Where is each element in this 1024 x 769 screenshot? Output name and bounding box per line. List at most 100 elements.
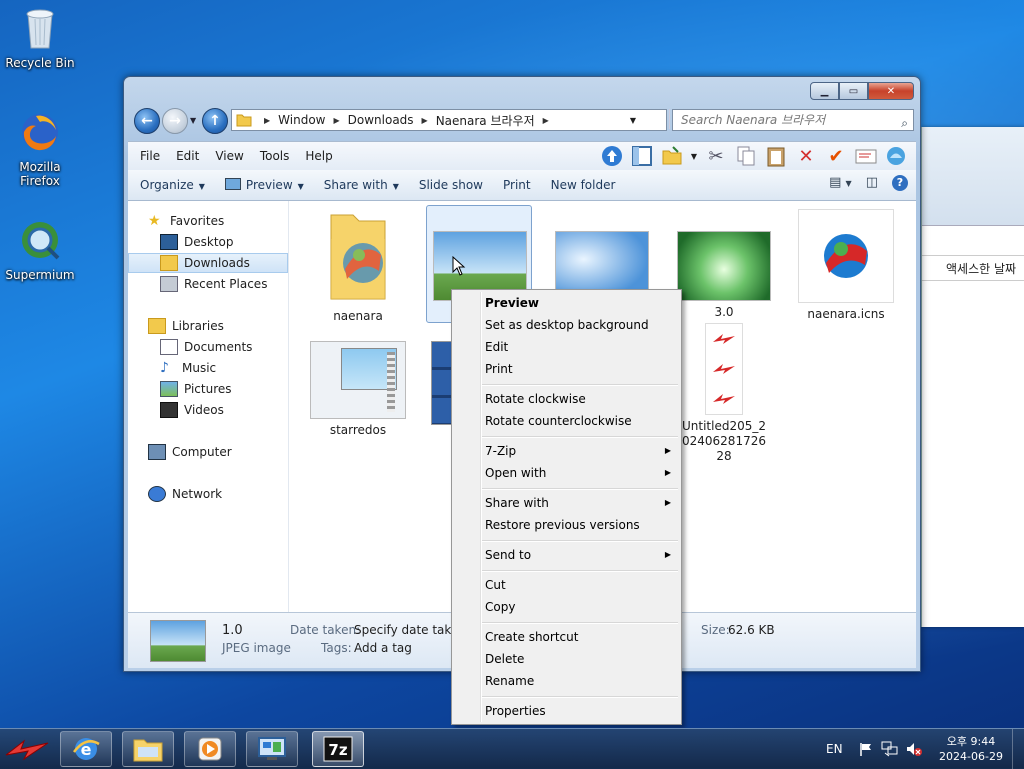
search-icon[interactable]: ⌕	[901, 113, 908, 133]
cut-icon[interactable]: ✂	[702, 143, 730, 169]
organize-button[interactable]: Organize ▼	[130, 178, 215, 192]
nav-libraries[interactable]: Libraries	[128, 316, 308, 336]
folders-pane-icon[interactable]	[628, 143, 656, 169]
file-item[interactable]: naenara.icns	[794, 209, 898, 322]
taskbar-windows-explorer[interactable]	[122, 731, 174, 767]
print-button[interactable]: Print	[493, 178, 541, 192]
minimize-button[interactable]: ▁	[810, 82, 839, 100]
copy-icon[interactable]	[732, 143, 760, 169]
breadcrumb-naenara[interactable]: Naenara 브라우저	[436, 112, 535, 129]
maximize-button[interactable]: ▭	[839, 82, 868, 100]
breadcrumb-downloads[interactable]: Downloads	[348, 113, 414, 127]
action-center-flag-icon[interactable]	[858, 729, 874, 769]
up-folder-icon[interactable]	[598, 143, 626, 169]
ctx-rename[interactable]: Rename	[485, 670, 534, 692]
move-to-folder-icon[interactable]	[658, 143, 686, 169]
address-bar[interactable]: ▶ Window ▶ Downloads ▶ Naenara 브라우저 ▶ ▼	[231, 109, 667, 131]
paste-icon[interactable]	[762, 143, 790, 169]
desktop-icon-recycle-bin[interactable]: Recycle Bin	[0, 6, 80, 70]
forward-button[interactable]: →	[162, 108, 188, 134]
taskbar-internet-explorer[interactable]: e	[60, 731, 112, 767]
file-item[interactable]: naenara	[306, 209, 410, 324]
ctx-open-with[interactable]: Open with	[485, 462, 546, 484]
svg-text:7z: 7z	[328, 741, 347, 759]
preview-image-icon	[224, 178, 241, 190]
volume-muted-icon[interactable]	[905, 729, 923, 769]
nav-favorites[interactable]: ★ Favorites	[128, 211, 308, 231]
move-dropdown-icon[interactable]: ▼	[688, 143, 700, 169]
file-item[interactable]: 3.0	[672, 209, 776, 320]
ctx-edit[interactable]: Edit	[485, 336, 508, 358]
music-icon: ♪	[160, 360, 169, 376]
menu-file[interactable]: File	[132, 149, 168, 163]
ctx-properties[interactable]: Properties	[485, 700, 546, 722]
desktop-icon-supermium[interactable]: Supermium	[0, 218, 80, 282]
ctx-create-shortcut[interactable]: Create shortcut	[485, 626, 578, 648]
network-status-icon[interactable]	[881, 729, 899, 769]
preview-pane-icon[interactable]: ◫	[866, 175, 878, 191]
ctx-copy[interactable]: Copy	[485, 596, 515, 618]
menu-view[interactable]: View	[207, 149, 251, 163]
new-folder-button[interactable]: New folder	[541, 178, 626, 192]
breadcrumb-separator-icon[interactable]: ▶	[422, 116, 428, 125]
taskbar: e 7z EN 오후 9:44 2024-06-29	[0, 728, 1024, 769]
ctx-rotate-counterclockwise[interactable]: Rotate counterclockwise	[485, 410, 632, 432]
navigation-pane[interactable]: ★ Favorites Desktop Downloads Recent Plac…	[128, 201, 289, 612]
delete-icon[interactable]: ✕	[792, 143, 820, 169]
context-menu[interactable]: Preview Set as desktop background Edit P…	[451, 289, 682, 725]
nav-computer[interactable]: Computer	[128, 442, 308, 462]
ctx-rotate-clockwise[interactable]: Rotate clockwise	[485, 388, 586, 410]
up-button[interactable]: ↑	[202, 108, 228, 134]
preview-button[interactable]: Preview ▼	[215, 178, 314, 192]
help-icon[interactable]: ?	[892, 175, 908, 191]
views-icon[interactable]	[882, 143, 910, 169]
ctx-7zip[interactable]: 7-Zip	[485, 440, 516, 462]
taskbar-7zip[interactable]: 7z	[312, 731, 364, 767]
start-button[interactable]	[4, 735, 50, 766]
background-window[interactable]: 액세스한 날짜	[921, 127, 1024, 627]
taskbar-control-panel[interactable]	[246, 731, 298, 767]
language-indicator[interactable]: EN	[826, 729, 843, 769]
close-button[interactable]: ✕	[868, 82, 914, 100]
nav-network[interactable]: Network	[128, 484, 308, 504]
search-input[interactable]: Search Naenara 브라우저 ⌕	[672, 109, 914, 131]
breadcrumb-separator-icon[interactable]: ▶	[264, 116, 270, 125]
nav-downloads-label: Downloads	[184, 256, 250, 270]
nav-downloads[interactable]: Downloads	[128, 253, 288, 273]
desktop-icon-firefox[interactable]: Mozilla Firefox	[0, 110, 80, 188]
ctx-delete[interactable]: Delete	[485, 648, 524, 670]
menu-help[interactable]: Help	[297, 149, 340, 163]
share-with-button[interactable]: Share with ▼	[314, 178, 409, 192]
ctx-cut[interactable]: Cut	[485, 574, 506, 596]
submenu-arrow-icon: ▶	[664, 468, 671, 477]
taskbar-media-player[interactable]	[184, 731, 236, 767]
breadcrumb-separator-icon[interactable]: ▶	[333, 116, 339, 125]
file-item[interactable]: starredos	[306, 341, 410, 438]
ctx-separator	[482, 384, 678, 386]
column-header-date-accessed[interactable]: 액세스한 날짜	[922, 255, 1024, 281]
details-date-value[interactable]: Specify date taken	[354, 623, 466, 637]
change-view-icon[interactable]: ▤ ▼	[829, 175, 852, 191]
ctx-set-desktop-background[interactable]: Set as desktop background	[485, 314, 649, 336]
ctx-share-with[interactable]: Share with	[485, 492, 549, 514]
recent-pages-dropdown[interactable]: ▼	[190, 116, 196, 125]
close-icon: ✕	[886, 85, 896, 97]
properties-icon[interactable]	[852, 143, 880, 169]
menu-tools[interactable]: Tools	[252, 149, 298, 163]
breadcrumb-separator-icon[interactable]: ▶	[543, 116, 549, 125]
breadcrumb-window[interactable]: Window	[278, 113, 325, 127]
address-dropdown-icon[interactable]: ▼	[630, 116, 636, 125]
ctx-send-to[interactable]: Send to	[485, 544, 531, 566]
back-button[interactable]: ←	[134, 108, 160, 134]
ctx-preview[interactable]: Preview	[485, 292, 539, 314]
menu-edit[interactable]: Edit	[168, 149, 207, 163]
details-tags-value[interactable]: Add a tag	[354, 641, 412, 655]
naenara-logo-icon	[824, 234, 868, 278]
ctx-restore-previous-versions[interactable]: Restore previous versions	[485, 514, 640, 536]
show-desktop-button[interactable]	[1012, 729, 1024, 769]
slide-show-button[interactable]: Slide show	[409, 178, 493, 192]
file-item[interactable]: Untitled205_20240628172628	[672, 323, 776, 464]
checkmark-icon[interactable]: ✔	[822, 143, 850, 169]
clock[interactable]: 오후 9:44 2024-06-29	[936, 729, 1006, 769]
ctx-print[interactable]: Print	[485, 358, 513, 380]
